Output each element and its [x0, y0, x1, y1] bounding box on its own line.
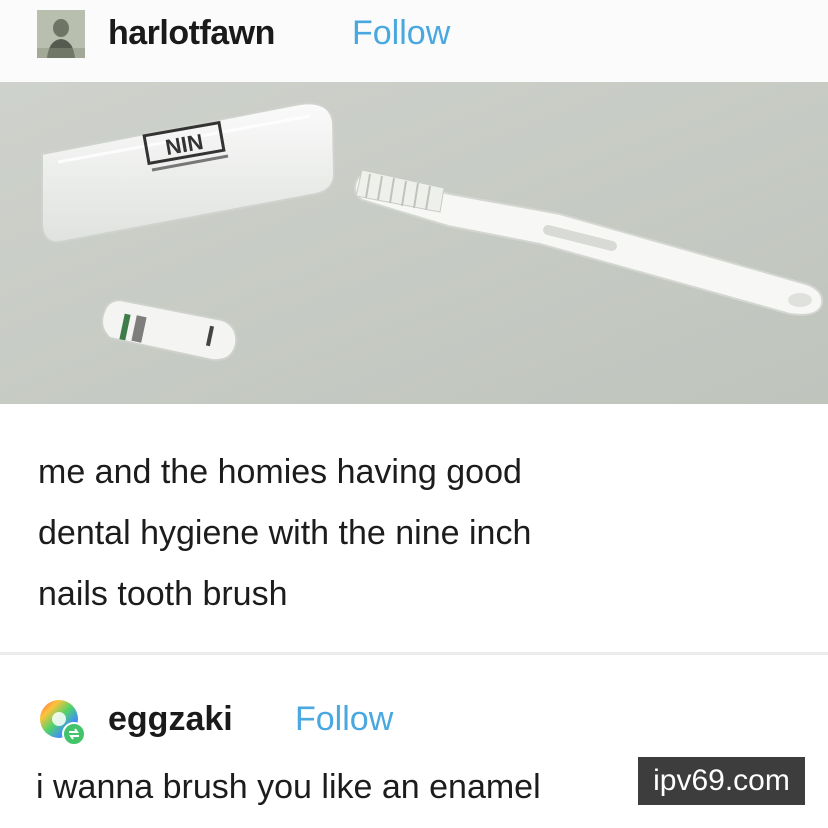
reply-author-username[interactable]: eggzaki: [108, 700, 233, 739]
post-header: harlotfawn Follow: [0, 0, 828, 82]
reply-author-avatar[interactable]: [38, 698, 86, 746]
follow-button[interactable]: Follow: [352, 14, 450, 53]
post-image: NIN: [0, 82, 828, 404]
caption-line: nails tooth brush: [38, 575, 288, 613]
rainbow-avatar-icon: [40, 700, 86, 746]
person-avatar-icon: [37, 10, 85, 58]
reply-follow-button[interactable]: Follow: [295, 700, 393, 739]
caption-line: dental hygiene with the nine inch: [38, 514, 532, 552]
author-username[interactable]: harlotfawn: [108, 14, 275, 53]
post-caption: me and the homies having good dental hyg…: [38, 442, 798, 625]
divider: [0, 652, 828, 655]
reply-text: i wanna brush you like an enamel: [36, 768, 541, 806]
watermark: ipv69.com: [638, 757, 805, 805]
author-avatar[interactable]: [37, 10, 85, 58]
caption-line: me and the homies having good: [38, 453, 522, 491]
